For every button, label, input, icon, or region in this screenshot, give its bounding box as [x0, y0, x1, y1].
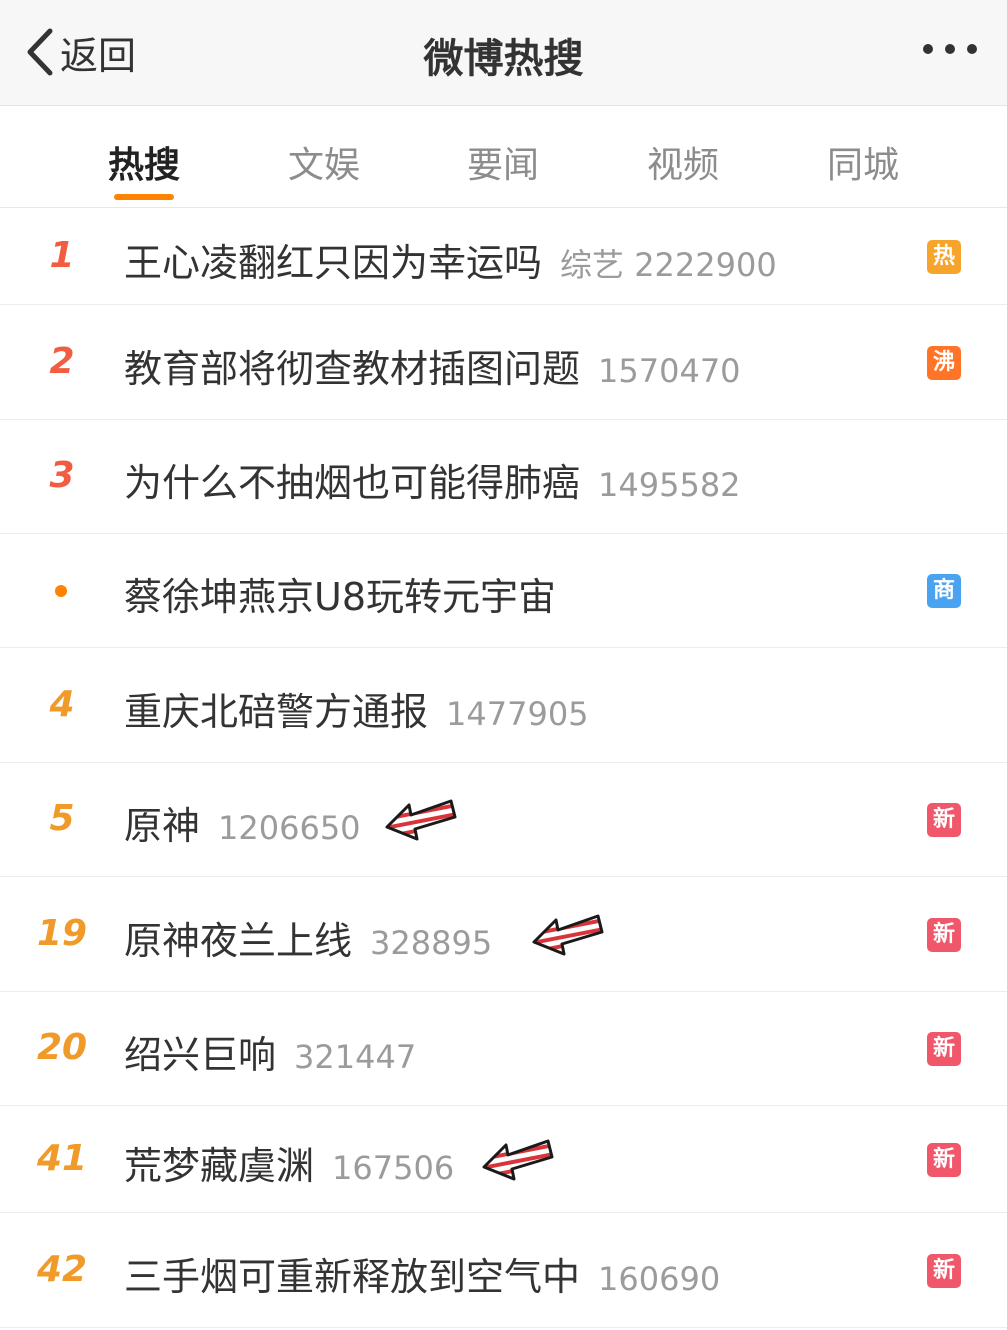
tab-bar: 热搜 文娱 要闻 视频 同城: [0, 106, 1007, 208]
list-item[interactable]: 42 三手烟可重新释放到空气中 160690 新: [0, 1213, 1007, 1328]
rank-number: 5: [49, 798, 75, 839]
item-title: 原神: [124, 804, 201, 848]
item-text: 绍兴巨响 321447: [124, 1024, 416, 1079]
item-title: 三手烟可重新释放到空气中: [124, 1255, 581, 1299]
list-item[interactable]: 20 绍兴巨响 321447 新: [0, 992, 1007, 1106]
tab-news[interactable]: 要闻: [418, 136, 588, 188]
item-title: 为什么不抽烟也可能得肺癌: [124, 461, 581, 505]
list-item[interactable]: 蔡徐坤燕京U8玩转元宇宙 商: [0, 534, 1007, 648]
item-text: 教育部将彻查教材插图问题 1570470: [124, 338, 741, 393]
hot-search-list: 1 王心凌翻红只因为幸运吗 综艺 2222900 热 2 教育部将彻查教材插图问题 1570…: [0, 208, 1007, 1328]
item-text: 原神 1206650: [124, 795, 361, 850]
tab-entertainment[interactable]: 文娱: [239, 136, 409, 188]
item-heat-count: 综艺 2222900: [560, 246, 777, 284]
item-text: 三手烟可重新释放到空气中 160690: [124, 1246, 720, 1301]
list-item[interactable]: 19 原神夜兰上线 328895 新: [0, 877, 1007, 992]
item-title: 荒梦藏虞渊: [124, 1144, 315, 1188]
list-item[interactable]: 1 王心凌翻红只因为幸运吗 综艺 2222900 热: [0, 208, 1007, 305]
list-item[interactable]: 2 教育部将彻查教材插图问题 1570470 沸: [0, 305, 1007, 420]
item-text: 重庆北碚警方通报 1477905: [124, 681, 589, 736]
status-badge: 新: [927, 1032, 961, 1066]
list-item[interactable]: 41 荒梦藏虞渊 167506 新: [0, 1106, 1007, 1213]
status-badge: 新: [927, 803, 961, 837]
item-heat-count: 328895: [370, 924, 493, 962]
item-title: 王心凌翻红只因为幸运吗: [124, 241, 543, 285]
rank-number: 3: [49, 455, 75, 496]
page-title: 微博热搜: [423, 36, 584, 82]
item-title: 重庆北碚警方通报: [124, 690, 429, 734]
annotation-arrow-icon: [532, 914, 604, 956]
item-title: 蔡徐坤燕京U8玩转元宇宙: [124, 575, 556, 619]
item-text: 蔡徐坤燕京U8玩转元宇宙: [124, 566, 556, 621]
item-text: 荒梦藏虞渊 167506: [124, 1135, 454, 1190]
more-icon[interactable]: [923, 44, 977, 54]
list-item[interactable]: 5 原神 1206650 新: [0, 763, 1007, 877]
promoted-dot-icon: [55, 585, 67, 597]
status-badge: 新: [927, 1143, 961, 1177]
status-badge: 热: [927, 240, 961, 274]
tab-hot-search[interactable]: 热搜: [59, 136, 229, 188]
rank-number: 1: [49, 235, 75, 276]
rank-number: 4: [49, 684, 75, 725]
item-text: 王心凌翻红只因为幸运吗 综艺 2222900: [124, 232, 777, 287]
item-heat-count: 167506: [332, 1149, 455, 1187]
item-text: 原神夜兰上线 328895: [124, 910, 492, 965]
rank-number: 42: [36, 1249, 88, 1290]
tab-video[interactable]: 视频: [598, 136, 768, 188]
item-title: 教育部将彻查教材插图问题: [124, 347, 581, 391]
item-heat-count: 321447: [294, 1038, 417, 1076]
active-tab-indicator: [114, 194, 174, 200]
rank-number: 20: [36, 1027, 88, 1068]
item-heat-count: 160690: [598, 1260, 721, 1298]
item-heat-count: 1570470: [598, 352, 741, 390]
item-text: 为什么不抽烟也可能得肺癌 1495582: [124, 452, 741, 507]
list-item[interactable]: 3 为什么不抽烟也可能得肺癌 1495582: [0, 420, 1007, 534]
rank-number: 19: [36, 913, 88, 954]
item-heat-count: 1495582: [598, 466, 741, 504]
item-title: 绍兴巨响: [124, 1033, 277, 1077]
annotation-arrow-icon: [482, 1139, 554, 1181]
item-title: 原神夜兰上线: [124, 919, 353, 963]
item-heat-count: 1206650: [218, 809, 361, 847]
item-heat-count: 1477905: [446, 695, 589, 733]
rank-number: 2: [49, 341, 75, 382]
status-badge: 沸: [927, 346, 961, 380]
status-badge: 新: [927, 918, 961, 952]
status-badge: 新: [927, 1254, 961, 1288]
list-item[interactable]: 4 重庆北碚警方通报 1477905: [0, 648, 1007, 763]
tab-local[interactable]: 同城: [778, 136, 948, 188]
navigation-bar: 返回 微博热搜: [0, 0, 1007, 106]
status-badge: 商: [927, 574, 961, 608]
annotation-arrow-icon: [385, 799, 457, 841]
rank-number: 41: [36, 1138, 88, 1179]
